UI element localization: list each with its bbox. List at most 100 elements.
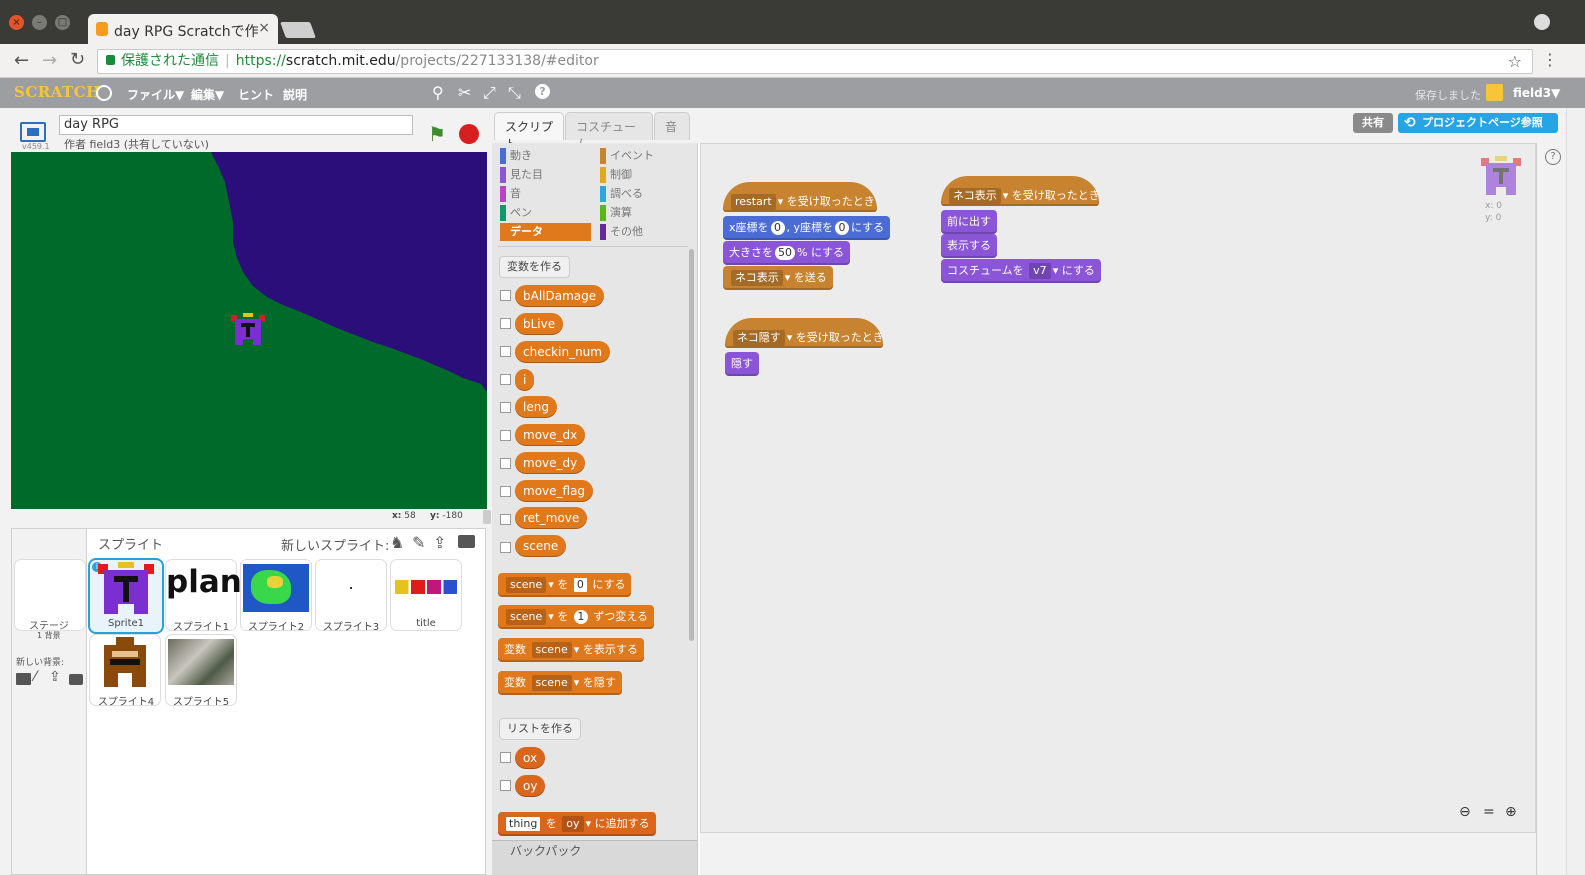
- var-reporter-bAllDamage[interactable]: bAllDamage: [515, 285, 605, 307]
- var-reporter-leng[interactable]: leng: [515, 396, 557, 418]
- show-block[interactable]: 表示する: [941, 234, 997, 258]
- menu-edit[interactable]: 編集▼: [191, 86, 224, 103]
- scripts-area[interactable]: restart ▾ を受け取ったとき x座標を 0, y座標を 0 にする 大きさを 50…: [700, 143, 1536, 833]
- category-looks[interactable]: 見た目: [500, 167, 543, 183]
- help-side-icon[interactable]: ?: [1545, 149, 1561, 165]
- var-checkbox[interactable]: [500, 318, 511, 329]
- camera-sprite-icon[interactable]: [458, 535, 475, 548]
- var-reporter-move-dy[interactable]: move_dy: [515, 452, 586, 474]
- close-tab-icon[interactable]: ×: [258, 20, 270, 36]
- tab-scripts[interactable]: スクリプト: [494, 112, 564, 151]
- category-control[interactable]: 制御: [600, 167, 632, 183]
- category-motion[interactable]: 動き: [500, 148, 532, 164]
- list-checkbox[interactable]: [500, 752, 511, 763]
- zoom-in-icon[interactable]: ⊕: [1505, 804, 1517, 820]
- hide-variable-block[interactable]: 変数 scene ▾ を隠す: [498, 671, 622, 695]
- switch-costume-block[interactable]: コスチュームを v7 ▾ にする: [941, 259, 1101, 283]
- menu-file[interactable]: ファイル▼: [127, 86, 184, 103]
- broadcast-block[interactable]: ネコ表示 ▾ を送る: [723, 266, 833, 290]
- var-reporter-move-dx[interactable]: move_dx: [515, 424, 586, 446]
- shrink-icon[interactable]: ⤡: [508, 83, 521, 103]
- set-size-block[interactable]: 大きさを 50% にする: [723, 241, 851, 265]
- var-checkbox[interactable]: [500, 486, 511, 497]
- sprite-library-icon[interactable]: ♞: [390, 533, 404, 552]
- add-to-list-block[interactable]: thing を oy ▾ に追加する: [498, 812, 656, 836]
- var-reporter-scene[interactable]: scene: [515, 535, 567, 557]
- when-receive-show-cat-hat[interactable]: ネコ表示 ▾ を受け取ったとき: [941, 176, 1100, 206]
- var-checkbox[interactable]: [500, 374, 511, 385]
- var-reporter-checkin-num[interactable]: checkin_num: [515, 341, 610, 363]
- category-sound[interactable]: 音: [500, 186, 521, 202]
- green-flag-icon[interactable]: ⚑: [428, 122, 446, 146]
- paint-backdrop-icon[interactable]: ⁄: [34, 669, 36, 685]
- profile-icon[interactable]: [1534, 14, 1550, 30]
- palette-scrollbar[interactable]: [689, 249, 694, 641]
- list-reporter-ox[interactable]: ox: [515, 747, 546, 769]
- window-right-scrollbar[interactable]: [1566, 108, 1585, 875]
- category-events[interactable]: イベント: [600, 148, 654, 164]
- reload-icon[interactable]: ↻: [70, 49, 85, 70]
- var-reporter-ret-move[interactable]: ret_move: [515, 507, 588, 529]
- tab-sounds[interactable]: 音: [654, 112, 690, 140]
- stage-character-sprite[interactable]: [231, 313, 265, 347]
- goto-xy-block[interactable]: x座標を 0, y座標を 0 にする: [723, 216, 891, 240]
- when-receive-hide-cat-hat[interactable]: ネコ隠す ▾ を受け取ったとき: [725, 318, 884, 348]
- make-variable-button[interactable]: 変数を作る: [499, 256, 570, 278]
- duplicate-icon[interactable]: ⚲: [432, 83, 444, 102]
- when-receive-restart-hat[interactable]: restart ▾ を受け取ったとき: [723, 182, 877, 212]
- language-globe-icon[interactable]: [96, 85, 112, 101]
- chrome-menu-icon[interactable]: ⋮: [1542, 50, 1558, 69]
- var-reporter-i[interactable]: i: [515, 369, 535, 391]
- see-project-page-button[interactable]: ⟲ プロジェクトページ参照: [1398, 113, 1558, 133]
- change-variable-block[interactable]: scene ▾ を 1 ずつ変える: [498, 605, 654, 629]
- backdrop-library-icon[interactable]: [16, 673, 31, 685]
- stage-collapse-handle[interactable]: [483, 510, 491, 524]
- stop-icon[interactable]: [459, 124, 479, 144]
- category-more-blocks[interactable]: その他: [600, 224, 643, 240]
- category-data[interactable]: データ: [500, 223, 591, 241]
- upload-backdrop-icon[interactable]: ⇪: [49, 669, 61, 685]
- presentation-mode-icon[interactable]: [20, 122, 46, 142]
- bookmark-star-icon[interactable]: ☆: [1508, 50, 1522, 73]
- zoom-reset-icon[interactable]: =: [1483, 804, 1495, 820]
- user-menu[interactable]: field3▼: [1513, 86, 1560, 100]
- var-checkbox[interactable]: [500, 458, 511, 469]
- upload-sprite-icon[interactable]: ⇪: [433, 533, 446, 552]
- menu-tips[interactable]: ヒント: [238, 86, 274, 103]
- maximize-window-icon[interactable]: □: [55, 15, 70, 30]
- make-list-button[interactable]: リストを作る: [499, 718, 581, 740]
- list-checkbox[interactable]: [500, 780, 511, 791]
- var-checkbox[interactable]: [500, 290, 511, 301]
- project-title-input[interactable]: day RPG: [59, 115, 413, 135]
- var-reporter-bLive[interactable]: bLive: [515, 313, 564, 335]
- minimize-window-icon[interactable]: –: [32, 15, 47, 30]
- back-icon[interactable]: ←: [14, 50, 29, 71]
- category-operators[interactable]: 演算: [600, 205, 632, 221]
- tab-costumes[interactable]: コスチューム: [565, 112, 653, 151]
- show-variable-block[interactable]: 変数 scene ▾ を表示する: [498, 638, 644, 662]
- stage-canvas[interactable]: [11, 152, 487, 509]
- cut-icon[interactable]: ✂: [458, 83, 471, 102]
- help-icon[interactable]: ?: [535, 84, 550, 99]
- hide-block[interactable]: 隠す: [725, 352, 759, 376]
- menu-about[interactable]: 説明: [283, 86, 307, 103]
- var-checkbox[interactable]: [500, 430, 511, 441]
- category-sensing[interactable]: 調べる: [600, 186, 643, 202]
- var-reporter-move-flag[interactable]: move_flag: [515, 480, 594, 502]
- camera-backdrop-icon[interactable]: [69, 674, 83, 685]
- set-variable-block[interactable]: scene ▾ を 0 にする: [498, 573, 632, 597]
- share-button[interactable]: 共有: [1353, 113, 1393, 133]
- scratch-logo[interactable]: SCRATCH: [14, 83, 101, 101]
- forward-icon[interactable]: →: [42, 50, 57, 71]
- paint-sprite-icon[interactable]: ✎: [412, 533, 425, 552]
- grow-icon[interactable]: ⤢: [483, 83, 496, 103]
- new-tab-button[interactable]: [280, 22, 316, 38]
- var-checkbox[interactable]: [500, 542, 511, 553]
- url-bar[interactable]: 保護された通信 | https://scratch.mit.edu/projects…: [97, 49, 1533, 74]
- category-pen[interactable]: ペン: [500, 205, 532, 221]
- zoom-out-icon[interactable]: ⊖: [1459, 804, 1471, 820]
- var-checkbox[interactable]: [500, 346, 511, 357]
- list-reporter-oy[interactable]: oy: [515, 775, 546, 797]
- var-checkbox[interactable]: [500, 514, 511, 525]
- var-checkbox[interactable]: [500, 402, 511, 413]
